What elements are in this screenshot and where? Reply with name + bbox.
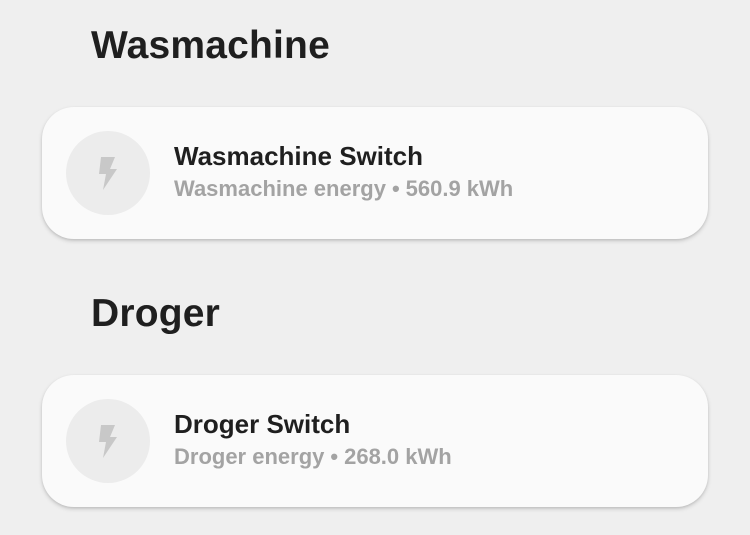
device-energy-info: Droger energy • 268.0 kWh — [174, 446, 452, 468]
device-card-droger-switch[interactable]: Droger Switch Droger energy • 268.0 kWh — [42, 375, 708, 507]
energy-sensor-name: Droger energy — [174, 444, 325, 469]
energy-value: 560.9 kWh — [405, 176, 514, 201]
energy-value: 268.0 kWh — [344, 444, 452, 469]
device-name: Droger Switch — [174, 409, 351, 439]
device-energy-info: Wasmachine energy • 560.9 kWh — [174, 178, 513, 200]
energy-sensor-name: Wasmachine energy — [174, 176, 386, 201]
separator-dot: • — [330, 444, 339, 469]
device-card-wasmachine-switch[interactable]: Wasmachine Switch Wasmachine energy • 560.… — [42, 107, 708, 239]
device-name: Wasmachine Switch — [174, 141, 423, 171]
device-icon-badge — [66, 131, 150, 215]
flash-icon — [99, 157, 117, 190]
separator-dot: • — [391, 176, 400, 201]
section-title-wasmachine: Wasmachine — [91, 24, 330, 67]
flash-icon — [99, 425, 117, 458]
device-icon-badge — [66, 399, 150, 483]
section-title-droger: Droger — [91, 292, 221, 335]
